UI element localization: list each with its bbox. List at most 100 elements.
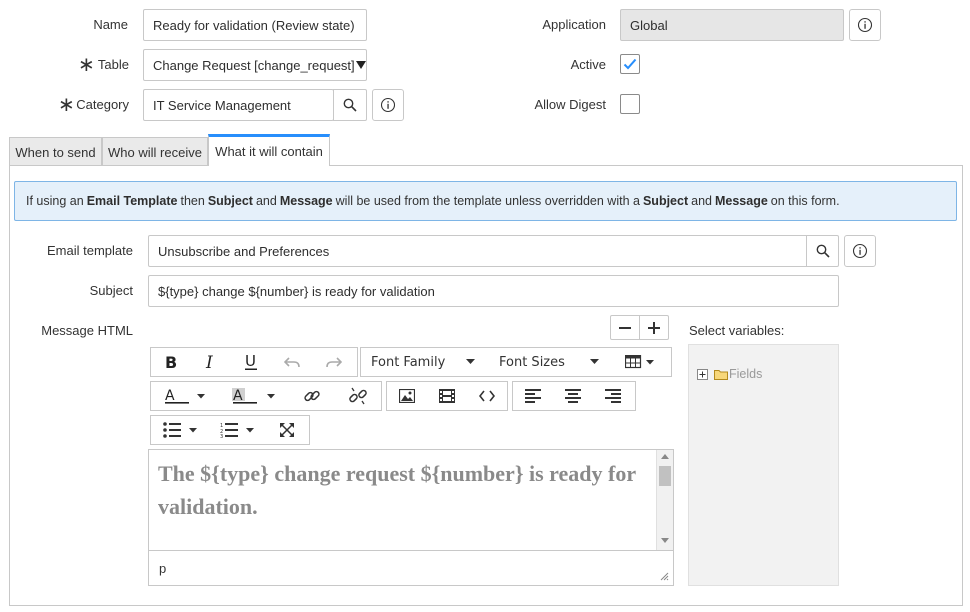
code-icon bbox=[479, 390, 495, 402]
category-input[interactable]: IT Service Management bbox=[143, 89, 334, 121]
align-center-button[interactable] bbox=[553, 382, 593, 410]
table-insert-button[interactable] bbox=[609, 348, 669, 376]
message-html-label: Message HTML bbox=[41, 323, 133, 338]
info-text: If using an bbox=[26, 194, 84, 208]
source-code-button[interactable] bbox=[467, 382, 507, 410]
media-toolbar-group bbox=[386, 381, 508, 411]
svg-text:A: A bbox=[165, 388, 175, 404]
background-color-button[interactable]: A bbox=[217, 382, 289, 410]
active-label: Active bbox=[570, 57, 606, 72]
italic-icon: I bbox=[204, 354, 218, 370]
undo-button[interactable] bbox=[271, 348, 313, 376]
email-template-label: Email template bbox=[47, 243, 133, 258]
tab-who-will-receive[interactable]: Who will receive bbox=[102, 137, 208, 166]
editor-body[interactable]: The ${type} change request ${number} is … bbox=[148, 449, 674, 551]
info-bold: Subject bbox=[207, 194, 253, 208]
caret-down-icon bbox=[267, 393, 275, 399]
table-icon bbox=[624, 355, 643, 369]
resize-handle-icon[interactable] bbox=[660, 572, 669, 581]
format-toolbar-group: B I U bbox=[150, 347, 358, 377]
subject-label: Subject bbox=[89, 283, 133, 298]
shrink-editor-button[interactable] bbox=[611, 316, 640, 339]
fullscreen-button[interactable] bbox=[266, 416, 309, 444]
image-icon bbox=[399, 389, 415, 403]
caret-down-icon bbox=[188, 427, 197, 433]
table-label: Table bbox=[97, 57, 129, 72]
caret-down-icon bbox=[355, 60, 367, 70]
bold-icon: B bbox=[164, 354, 178, 370]
caret-down-icon bbox=[245, 427, 254, 433]
caret-down-icon bbox=[466, 359, 475, 365]
numbered-list-button[interactable]: 123 bbox=[208, 416, 265, 444]
allow-digest-label: Allow Digest bbox=[534, 97, 606, 112]
unlink-icon bbox=[349, 387, 367, 405]
category-search-button[interactable] bbox=[333, 89, 367, 121]
align-right-icon bbox=[605, 389, 621, 403]
email-template-search-button[interactable] bbox=[806, 235, 839, 267]
email-template-input[interactable]: Unsubscribe and Preferences bbox=[148, 235, 808, 267]
link-icon bbox=[303, 387, 321, 405]
expand-editor-button[interactable] bbox=[640, 316, 668, 339]
expand-plus-icon[interactable] bbox=[697, 368, 708, 380]
italic-button[interactable]: I bbox=[191, 348, 231, 376]
tab-what-it-will-contain[interactable]: What it will contain bbox=[208, 134, 330, 166]
category-info-button[interactable] bbox=[372, 89, 404, 121]
font-family-dropdown[interactable]: Font Family bbox=[361, 348, 485, 376]
tree-node-label: Fields bbox=[729, 367, 763, 381]
table-select[interactable]: Change Request [change_request] bbox=[143, 49, 367, 81]
subject-input[interactable]: ${type} change ${number} is ready for va… bbox=[148, 275, 839, 307]
editor-content[interactable]: The ${type} change request ${number} is … bbox=[158, 457, 648, 523]
font-sizes-label: Font Sizes bbox=[499, 354, 565, 370]
svg-text:A: A bbox=[233, 388, 243, 404]
underline-button[interactable]: U bbox=[231, 348, 271, 376]
align-left-button[interactable] bbox=[513, 382, 553, 410]
editor-scrollbar[interactable] bbox=[656, 450, 673, 550]
bullet-list-button[interactable] bbox=[151, 416, 208, 444]
insert-link-button[interactable] bbox=[289, 382, 335, 410]
application-info-button[interactable] bbox=[849, 9, 881, 41]
table-required-mark: ∗ bbox=[78, 54, 95, 76]
bold-button[interactable]: B bbox=[151, 348, 191, 376]
fullscreen-icon bbox=[279, 422, 295, 438]
svg-text:B: B bbox=[165, 354, 177, 370]
list-toolbar-group: 123 bbox=[150, 415, 310, 445]
info-icon bbox=[380, 97, 396, 113]
scroll-up-icon[interactable] bbox=[661, 454, 669, 459]
select-variables-label: Select variables: bbox=[689, 323, 785, 338]
info-icon bbox=[857, 17, 873, 33]
text-color-button[interactable]: A bbox=[151, 382, 217, 410]
name-input[interactable]: Ready for validation (Review state) bbox=[143, 9, 367, 41]
scrollbar-thumb[interactable] bbox=[659, 466, 671, 486]
variables-tree-panel: Fields bbox=[688, 344, 839, 586]
insert-image-button[interactable] bbox=[387, 382, 427, 410]
info-bold: Email Template bbox=[86, 194, 178, 208]
info-text: and bbox=[255, 194, 277, 208]
table-select-value: Change Request [change_request] bbox=[153, 57, 355, 73]
tab-when-to-send[interactable]: When to send bbox=[9, 137, 102, 166]
background-color-icon: A bbox=[231, 388, 259, 404]
scroll-down-icon[interactable] bbox=[661, 538, 669, 543]
svg-text:U: U bbox=[245, 353, 256, 370]
video-icon bbox=[439, 389, 455, 403]
info-bold: Message bbox=[714, 194, 768, 208]
element-path[interactable]: p bbox=[159, 561, 166, 576]
svg-text:3: 3 bbox=[220, 434, 223, 438]
tree-node-fields[interactable]: Fields bbox=[697, 367, 762, 381]
email-template-info-button[interactable] bbox=[844, 235, 876, 267]
font-sizes-dropdown[interactable]: Font Sizes bbox=[485, 348, 609, 376]
search-icon bbox=[816, 244, 830, 258]
numbered-list-icon: 123 bbox=[220, 422, 238, 438]
insert-video-button[interactable] bbox=[427, 382, 467, 410]
align-right-button[interactable] bbox=[593, 382, 633, 410]
active-checkbox[interactable] bbox=[620, 54, 640, 74]
align-toolbar-group bbox=[512, 381, 636, 411]
caret-down-icon bbox=[645, 359, 654, 365]
bullet-list-icon bbox=[162, 422, 181, 438]
underline-icon: U bbox=[244, 353, 258, 371]
redo-button[interactable] bbox=[313, 348, 355, 376]
align-center-icon bbox=[565, 389, 581, 403]
info-text: and bbox=[691, 194, 712, 208]
caret-down-icon bbox=[197, 393, 205, 399]
allow-digest-checkbox[interactable] bbox=[620, 94, 640, 114]
remove-link-button[interactable] bbox=[335, 382, 381, 410]
